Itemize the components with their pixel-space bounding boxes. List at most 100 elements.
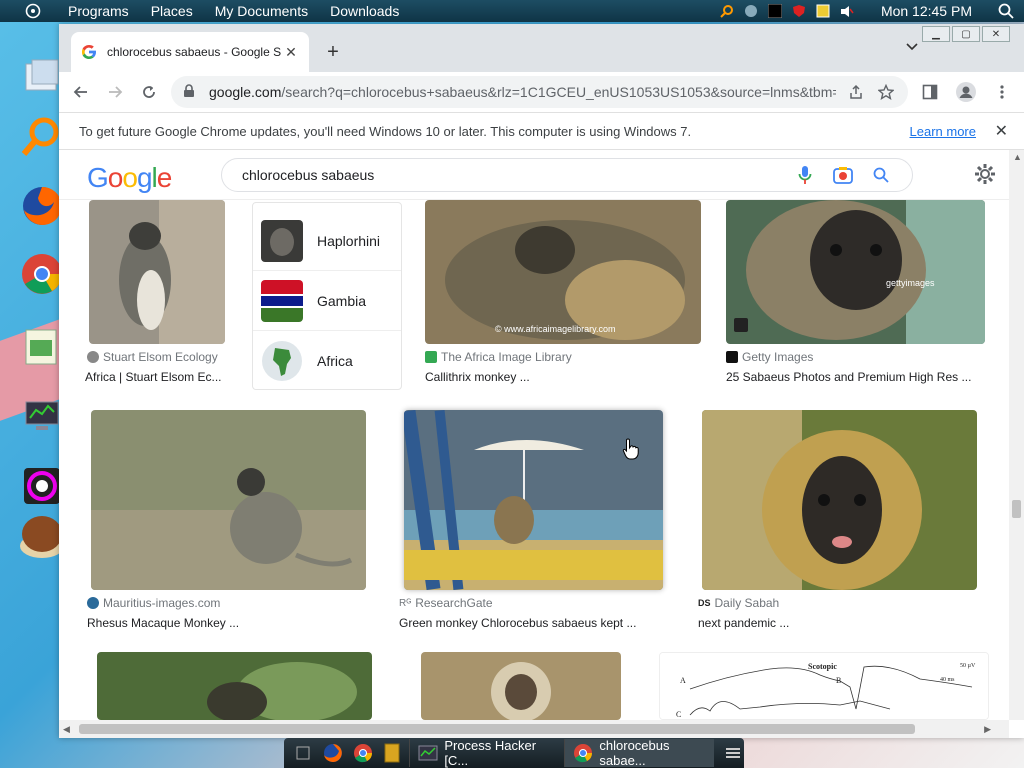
result-title[interactable]: Rhesus Macaque Monkey ... [87, 616, 366, 630]
minimize-button[interactable]: ▁ [922, 26, 950, 42]
result-title[interactable]: Callithrix monkey ... [425, 370, 701, 384]
result-thumbnail[interactable] [421, 652, 621, 720]
bookmark-star-icon[interactable] [876, 82, 896, 102]
infobar-close-icon[interactable]: ✕ [995, 121, 1008, 141]
result-source[interactable]: Rᴳ ResearchGate [399, 596, 493, 610]
vertical-scrollbar[interactable]: ▲ [1009, 150, 1024, 720]
gambia-flag-icon [261, 279, 303, 322]
terminal-tray-icon[interactable] [767, 3, 783, 19]
result-source[interactable]: Mauritius-images.com [87, 596, 220, 610]
share-icon[interactable] [846, 82, 866, 102]
chart-thumb-title: Scotopic [808, 662, 837, 671]
maximize-button[interactable]: ▢ [952, 26, 980, 42]
archive-taskbar-icon[interactable] [381, 741, 403, 765]
result-thumbnail[interactable]: © www.africaimagelibrary.com [425, 200, 701, 344]
search-tray-icon[interactable] [719, 3, 735, 19]
result-title[interactable]: 25 Sabaeus Photos and Premium High Res .… [726, 370, 985, 384]
related-searches: Haplorhini Gambia Africa [252, 202, 402, 390]
clock[interactable]: Mon 12:45 PM [881, 3, 972, 19]
tab-search-dropdown-icon[interactable] [906, 40, 918, 54]
shield-tray-icon[interactable] [791, 3, 807, 19]
forward-button[interactable] [101, 78, 129, 106]
lock-icon[interactable] [183, 83, 197, 101]
search-box[interactable]: chlorocebus sabaeus [221, 158, 913, 192]
google-header: Google chlorocebus sabaeus [59, 150, 1009, 200]
microphone-icon[interactable] [794, 164, 816, 186]
result-source[interactable]: The Africa Image Library [425, 350, 572, 364]
google-favicon-icon [81, 44, 97, 60]
scotopic-chart-thumbnail[interactable]: Scotopic A B C 50 µV 40 ms [659, 652, 989, 720]
power-icon[interactable] [22, 0, 44, 22]
menu-programs[interactable]: Programs [68, 3, 129, 19]
horizontal-scrollbar[interactable]: ◀ ▶ [59, 720, 1009, 738]
chrome-window-icon [573, 743, 593, 763]
side-panel-icon[interactable] [916, 78, 944, 106]
reload-button[interactable] [135, 78, 163, 106]
result-source[interactable]: DS Daily Sabah [698, 596, 779, 610]
learn-more-link[interactable]: Learn more [910, 124, 976, 139]
result-source[interactable]: Getty Images [726, 350, 813, 364]
settings-gear-icon[interactable] [973, 162, 997, 186]
result-thumbnail[interactable]: gettyimages [726, 200, 985, 344]
clipboard-tray-icon[interactable] [815, 3, 831, 19]
page-content: Google chlorocebus sabaeus Stuart Elsom … [59, 150, 1009, 720]
top-panel: Programs Places My Documents Downloads M… [0, 0, 1024, 22]
camera-lens-icon[interactable] [832, 164, 854, 186]
browser-window: chlorocebus sabaeus - Google S ✕ + ▁ ▢ ✕… [59, 24, 1024, 738]
close-window-button[interactable]: ✕ [982, 26, 1010, 42]
scroll-right-arrow-icon[interactable]: ▶ [984, 724, 991, 735]
source-icon [425, 351, 437, 363]
vertical-scroll-thumb[interactable] [1012, 500, 1021, 518]
result-thumbnail[interactable] [89, 200, 225, 344]
taskbar-chrome-window[interactable]: chlorocebus sabae... [564, 738, 715, 768]
search-icon[interactable] [998, 3, 1014, 19]
result-thumbnail[interactable] [97, 652, 372, 720]
horizontal-scroll-thumb[interactable] [79, 724, 915, 734]
chrome-taskbar-icon[interactable] [352, 741, 374, 765]
globe-tray-icon[interactable] [743, 3, 759, 19]
taskbar-process-hacker[interactable]: Process Hacker [C... [409, 738, 558, 768]
more-menu-icon[interactable] [988, 78, 1016, 106]
address-bar[interactable]: google.com/search?q=chlorocebus+sabaeus&… [171, 76, 908, 108]
profile-avatar-icon[interactable] [952, 78, 980, 106]
toolbar-right [916, 78, 1016, 106]
scroll-left-arrow-icon[interactable]: ◀ [63, 724, 70, 735]
result-source[interactable]: Stuart Elsom Ecology [87, 350, 218, 364]
tab-close-icon[interactable]: ✕ [283, 44, 299, 60]
result-title[interactable]: Green monkey Chlorocebus sabaeus kept ..… [399, 616, 659, 630]
related-item-haplorhini[interactable]: Haplorhini [253, 211, 401, 271]
result-title[interactable]: next pandemic ... [698, 616, 977, 630]
chart-thumb-label-a: A [680, 676, 686, 685]
logo-letter: G [87, 162, 109, 193]
search-submit-icon[interactable] [870, 164, 892, 186]
url-text[interactable]: google.com/search?q=chlorocebus+sabaeus&… [209, 84, 836, 100]
system-tray: Mon 12:45 PM [719, 0, 1024, 22]
volume-tray-icon[interactable] [839, 3, 855, 19]
related-thumbnail [261, 219, 303, 262]
menu-downloads[interactable]: Downloads [330, 3, 399, 19]
logo-letter: e [156, 162, 173, 193]
menu-my-documents[interactable]: My Documents [215, 3, 308, 19]
source-icon [87, 597, 99, 609]
menu-places[interactable]: Places [151, 3, 193, 19]
show-desktop-icon[interactable] [292, 741, 314, 765]
result-thumbnail[interactable] [404, 410, 663, 590]
taskbar-menu-icon[interactable] [722, 741, 744, 765]
related-item-africa[interactable]: Africa [253, 331, 401, 391]
update-infobar: To get future Google Chrome updates, you… [59, 112, 1024, 150]
result-thumbnail[interactable] [91, 410, 366, 590]
svg-text:gettyimages: gettyimages [886, 278, 935, 288]
process-hacker-icon [418, 743, 438, 763]
firefox-taskbar-icon[interactable] [322, 741, 344, 765]
scroll-up-arrow-icon[interactable]: ▲ [1013, 152, 1022, 162]
google-logo[interactable]: Google [87, 162, 173, 194]
result-thumbnail[interactable] [702, 410, 977, 590]
search-input[interactable]: chlorocebus sabaeus [242, 167, 778, 183]
tab-active[interactable]: chlorocebus sabaeus - Google S ✕ [71, 32, 309, 72]
browser-toolbar: google.com/search?q=chlorocebus+sabaeus&… [59, 72, 1024, 112]
result-title[interactable]: Africa | Stuart Elsom Ec... [85, 370, 227, 384]
related-item-gambia[interactable]: Gambia [253, 271, 401, 331]
new-tab-button[interactable]: + [319, 38, 347, 66]
chart-thumb-scale-value: 50 µV [960, 663, 976, 669]
back-button[interactable] [67, 78, 95, 106]
